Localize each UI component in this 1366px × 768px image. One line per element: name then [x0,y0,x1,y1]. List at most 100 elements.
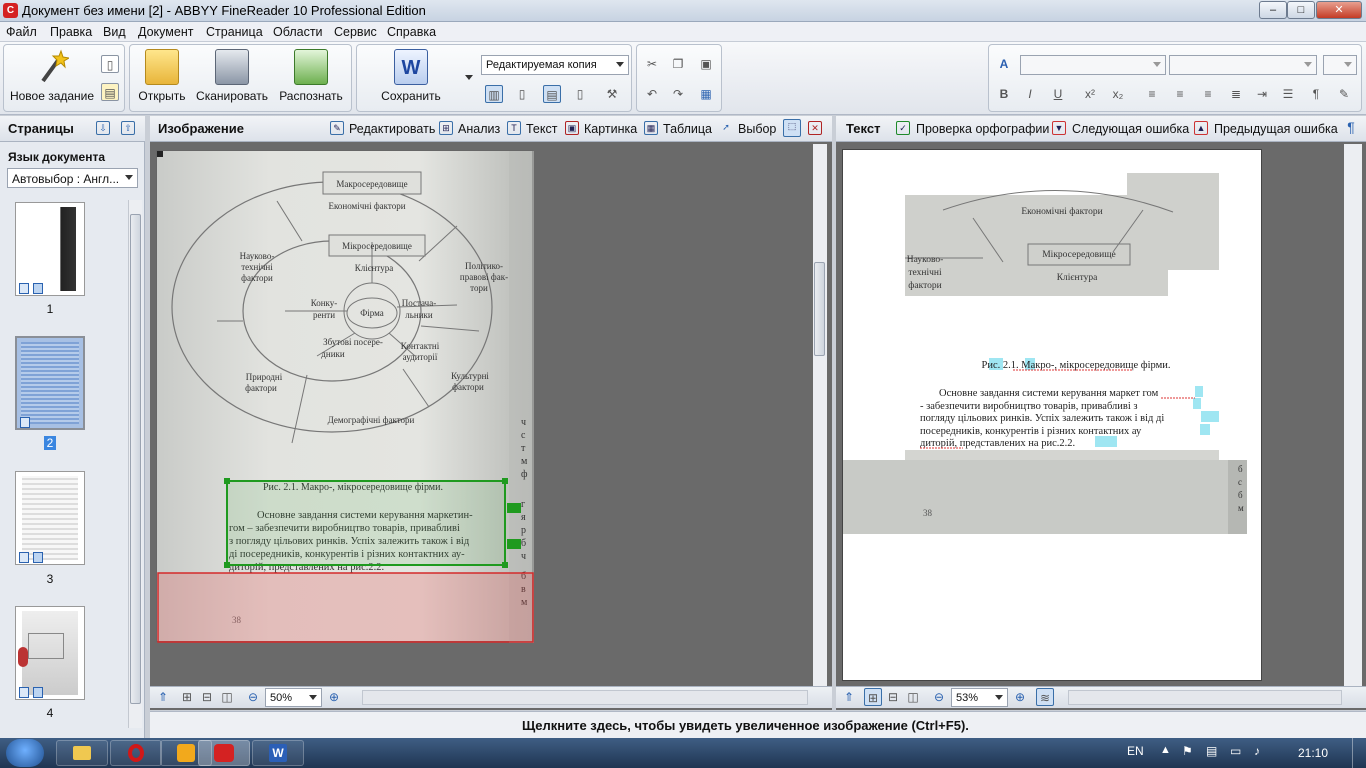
pages-scrollbar[interactable] [128,200,142,728]
italic-icon[interactable]: I [1021,85,1039,103]
image-scroll-thumb[interactable] [814,262,825,356]
menu-help[interactable]: Справка [387,25,436,39]
menu-areas[interactable]: Области [273,25,323,39]
next-error-icon[interactable]: ▼ [1052,121,1066,135]
fit-page-icon[interactable]: ⊞ [178,688,196,706]
finereader-task[interactable] [198,740,250,766]
opera-task[interactable] [110,740,162,766]
spacing-icon[interactable]: ☰ [1279,85,1297,103]
text-zoom-out-icon[interactable]: ⊖ [930,688,948,706]
page-mode-icon[interactable]: ▯ [513,85,531,103]
image-zoom-select[interactable]: 50% [265,688,322,707]
text-zoom-in-icon[interactable]: ⊕ [1011,688,1029,706]
select-cursor-icon[interactable]: ➚ [719,121,733,135]
picture-area-region[interactable] [157,572,534,643]
menu-document[interactable]: Документ [138,25,193,39]
page-up-icon[interactable]: ⇧ [121,121,135,135]
text-fit-height-icon[interactable]: ◫ [904,688,922,706]
spellcheck-tool[interactable]: Проверка орфографии [916,122,1049,136]
resize-handle[interactable] [507,539,521,549]
zoom-out-icon[interactable]: ⊖ [244,688,262,706]
text-fit-up-icon[interactable]: ⇑ [840,688,858,706]
language-select[interactable]: Автовыбор : Англ... [7,168,138,188]
menu-edit[interactable]: Правка [50,25,92,39]
previous-error-tool[interactable]: Предыдущая ошибка [1214,122,1338,136]
text-fit-width-icon[interactable]: ⊟ [884,688,902,706]
text-vertical-scrollbar[interactable] [1344,144,1362,688]
explorer-task[interactable] [56,740,108,766]
area-select-icon[interactable]: ⬚ [783,119,801,137]
edit-image-icon[interactable]: ✎ [330,121,344,135]
clock[interactable]: 21:10 [1298,746,1328,760]
analyze-tool[interactable]: Анализ [458,122,500,136]
folder-doc-icon[interactable]: ▤ [101,83,119,101]
save-dropdown-arrow[interactable] [465,75,473,80]
paste-icon[interactable]: ▣ [697,55,715,73]
maximize-button[interactable]: □ [1287,1,1315,19]
minimize-button[interactable]: – [1259,1,1287,19]
align-center-icon[interactable]: ≡ [1171,85,1189,103]
network-icon[interactable]: ▭ [1230,744,1241,758]
resize-handle[interactable] [507,503,521,513]
table-area-icon[interactable]: ▦ [644,121,658,135]
resize-handle[interactable] [224,562,230,568]
action-center-icon[interactable]: ⚑ [1182,744,1193,758]
picture-area-icon[interactable]: ▣ [565,121,579,135]
undo-icon[interactable]: ↶ [643,85,661,103]
text-area-icon[interactable]: T [507,121,521,135]
fit-up-icon[interactable]: ⇑ [154,688,172,706]
font-name-select[interactable] [1020,55,1166,75]
fit-width-icon[interactable]: ⊟ [198,688,216,706]
next-error-tool[interactable]: Следующая ошибка [1072,122,1189,136]
underline-icon[interactable]: U [1049,85,1067,103]
page-thumbnail-1[interactable] [15,202,85,296]
bold-icon[interactable]: B [995,85,1013,103]
picture-area-tool[interactable]: Картинка [584,122,637,136]
start-button[interactable] [6,739,44,767]
menu-file[interactable]: Файл [6,25,37,39]
align-left-icon[interactable]: ≡ [1143,85,1161,103]
menu-page[interactable]: Страница [206,25,263,39]
text-fit-page-icon[interactable]: ⊞ [864,688,882,706]
align-justify-icon[interactable]: ≣ [1227,85,1245,103]
layout-mode-icon[interactable]: ▥ [485,85,503,103]
paragraph-icon[interactable]: ¶ [1307,85,1325,103]
edit-image-tool[interactable]: Редактировать [349,122,435,136]
superscript-icon[interactable]: x² [1081,85,1099,103]
show-desktop-button[interactable] [1352,738,1366,768]
spellcheck-icon[interactable]: ✓ [896,121,910,135]
pages-scroll-thumb[interactable] [130,214,141,704]
indent-icon[interactable]: ⇥ [1253,85,1271,103]
analyze-icon[interactable]: ⊞ [439,121,453,135]
image-vertical-scrollbar[interactable] [813,144,827,687]
recognize-button[interactable]: Распознать [274,49,348,103]
scanned-page-image[interactable]: Макросередовище Економічні фактори Мікро… [156,150,534,643]
resize-handle[interactable] [224,478,230,484]
open-button[interactable]: Открыть [134,49,190,103]
copy-icon[interactable]: ❐ [669,55,687,73]
volume-icon[interactable]: ♪ [1254,744,1260,758]
text-mode-icon[interactable]: ▤ [543,85,561,103]
delete-area-icon[interactable]: ✕ [808,121,822,135]
page-thumbnail-3[interactable] [15,471,85,565]
copy-doc-icon[interactable]: ▯ [101,55,119,73]
new-task-button[interactable]: Новое задание [7,49,97,103]
align-right-icon[interactable]: ≡ [1199,85,1217,103]
save-button[interactable]: W Сохранить [365,49,457,103]
cut-icon[interactable]: ✂ [643,55,661,73]
fit-height-icon[interactable]: ◫ [218,688,236,706]
scan-button[interactable]: Сканировать [194,49,270,103]
font-style-icon[interactable]: A [995,55,1013,73]
font-size-select[interactable] [1169,55,1317,75]
menu-view[interactable]: Вид [103,25,126,39]
language-indicator[interactable]: EN [1127,744,1144,758]
clipboard-icon[interactable]: ▦ [697,85,715,103]
resize-handle[interactable] [502,562,508,568]
pilcrow-icon[interactable]: ¶ [1344,120,1358,135]
style-icon[interactable]: ✎ [1335,85,1353,103]
text-horizontal-scrollbar[interactable] [1068,690,1342,705]
page-thumbnail-2[interactable] [15,336,85,430]
plain-mode-icon[interactable]: ▯ [571,85,589,103]
zoom-in-icon[interactable]: ⊕ [325,688,343,706]
wrench-icon[interactable]: ⚒ [603,85,621,103]
